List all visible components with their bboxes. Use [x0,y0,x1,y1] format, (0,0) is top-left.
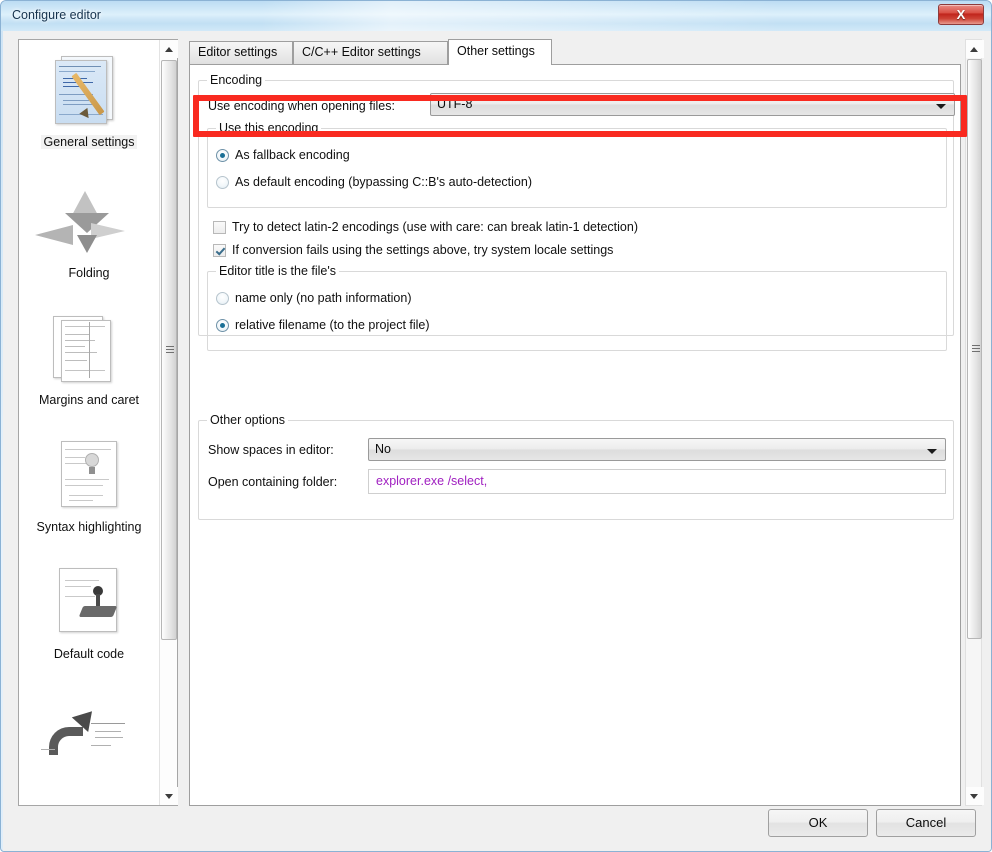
radio-as-default-encoding[interactable]: As default encoding (bypassing C::B's au… [216,173,532,191]
tab-label: Editor settings [198,45,278,59]
open-containing-folder-label: Open containing folder: [208,475,338,489]
scroll-up-arrow-icon[interactable] [160,40,178,58]
sidebar-item-label: Syntax highlighting [36,520,142,534]
scroll-grip-icon [166,346,174,354]
configure-editor-dialog: Configure editor X General settings Fold… [0,0,992,852]
sidebar-item-general-settings[interactable]: General settings [19,40,159,151]
checkbox-detect-latin2[interactable]: Try to detect latin-2 encodings (use wit… [213,218,638,236]
highlighted-page-icon [19,439,159,515]
settings-pane: Editor settings C/C++ Editor settings Ot… [189,39,961,806]
sidebar-item-label: Margins and caret [38,393,140,407]
sidebar-item-label: Folding [68,266,110,280]
radio-name-only[interactable]: name only (no path information) [216,289,411,307]
ok-button[interactable]: OK [768,809,868,837]
sidebar-scrollbar-thumb[interactable] [161,60,177,640]
scroll-down-arrow-icon[interactable] [966,787,984,805]
dialog-scrollbar[interactable] [965,39,984,806]
editor-title-group: Editor title is the file's name only (no… [207,264,947,351]
radio-relative-filename[interactable]: relative filename (to the project file) [216,316,430,334]
radio-icon [216,292,229,305]
checkbox-conversion-fallback[interactable]: If conversion fails using the settings a… [213,241,613,259]
scroll-down-arrow-icon[interactable] [160,787,178,805]
sidebar-item-class-wizard[interactable] [19,663,159,787]
encoding-group: Encoding Use encoding when opening files… [198,73,955,351]
radio-as-fallback-encoding[interactable]: As fallback encoding [216,146,350,164]
close-icon[interactable]: X [938,4,984,25]
open-containing-folder-value: explorer.exe /select, [376,474,488,488]
other-settings-panel: Encoding Use encoding when opening files… [189,64,961,806]
use-this-encoding-group: Use this encoding As fallback encoding A… [207,121,947,208]
encoding-combo-value: UTF-8 [437,97,473,111]
sidebar-item-label: General settings [41,135,137,149]
sidebar-item-label: Default code [53,647,125,661]
radio-icon [216,176,229,189]
sidebar-scrollbar[interactable] [159,40,178,805]
cancel-button[interactable]: Cancel [876,809,976,837]
radio-label: As default encoding (bypassing C::B's au… [235,175,533,189]
radio-label: relative filename (to the project file) [235,318,430,332]
scroll-up-arrow-icon[interactable] [966,40,984,58]
radio-label: name only (no path information) [235,291,412,305]
dialog-client-area: General settings Folding Margins and car… [3,31,991,851]
sidebar-item-default-code[interactable]: Default code [19,536,159,663]
settings-category-list: General settings Folding Margins and car… [18,39,178,806]
use-encoding-label: Use encoding when opening files: [208,99,395,113]
settings-category-scroll: General settings Folding Margins and car… [19,40,159,805]
checkbox-icon [213,221,226,234]
sidebar-item-margins-and-caret[interactable]: Margins and caret [19,282,159,409]
titlebar-sheen [261,1,781,31]
scroll-grip-icon [972,345,980,353]
checkbox-label: Try to detect latin-2 encodings (use wit… [232,220,638,234]
checkbox-label: If conversion fails using the settings a… [232,243,614,257]
radio-icon [216,319,229,332]
checkbox-icon [213,244,226,257]
document-pencil-icon [19,54,159,130]
tab-editor-settings[interactable]: Editor settings [189,41,293,65]
other-options-group: Other options Show spaces in editor: No … [198,413,954,520]
chevron-down-icon [936,104,946,109]
open-containing-folder-input[interactable]: explorer.exe /select, [368,469,946,494]
radio-icon [216,149,229,162]
tab-cpp-editor-settings[interactable]: C/C++ Editor settings [293,41,448,65]
chevron-down-icon [927,449,937,454]
sidebar-item-folding[interactable]: Folding [19,151,159,282]
origami-crane-icon [19,185,159,261]
title-bar: Configure editor X [1,1,991,31]
show-spaces-label: Show spaces in editor: [208,443,334,457]
dialog-scrollbar-thumb[interactable] [967,59,982,639]
encoding-group-legend: Encoding [207,73,266,87]
other-options-legend: Other options [207,413,289,427]
window-title: Configure editor [12,8,101,22]
tab-label: Other settings [457,44,535,58]
show-spaces-combo-value: No [375,442,391,456]
tab-label: C/C++ Editor settings [302,45,421,59]
encoding-combo[interactable]: UTF-8 [430,93,955,116]
stamp-page-icon [19,566,159,642]
arrow-class-icon [19,693,159,769]
sidebar-item-syntax-highlighting[interactable]: Syntax highlighting [19,409,159,536]
use-this-encoding-legend: Use this encoding [216,121,322,135]
tab-other-settings[interactable]: Other settings [448,39,552,65]
editor-title-legend: Editor title is the file's [216,264,340,278]
radio-label: As fallback encoding [235,148,350,162]
show-spaces-combo[interactable]: No [368,438,946,461]
lined-pages-icon [19,312,159,388]
